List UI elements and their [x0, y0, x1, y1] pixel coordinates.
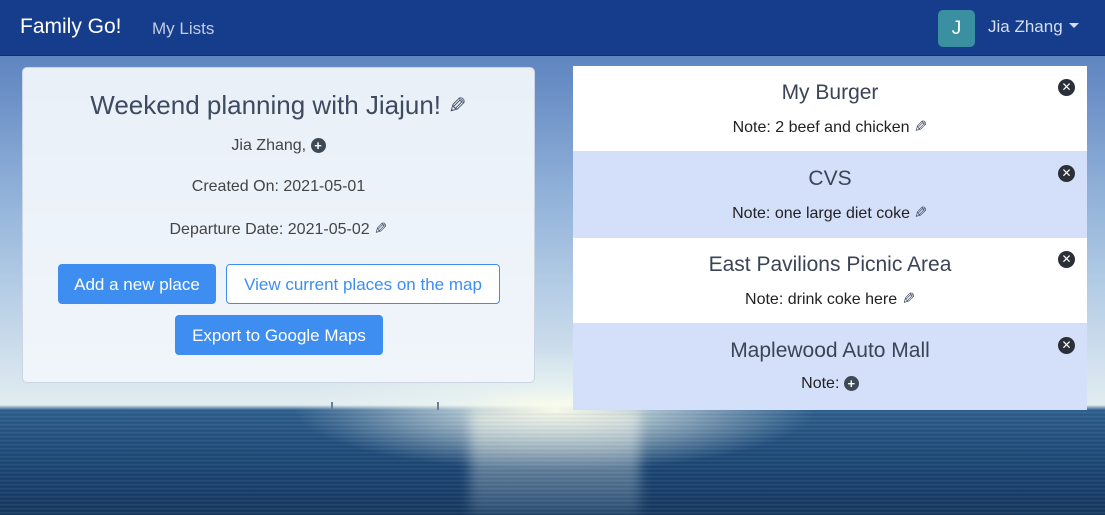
plus-circle-icon[interactable]: +: [310, 138, 326, 153]
created-date: Created On: 2021-05-01: [191, 178, 366, 195]
user-menu-dropdown[interactable]: Jia Zhang: [988, 17, 1079, 37]
note-text: Note:: [801, 375, 840, 392]
export-google-maps-button[interactable]: Export to Google Maps: [175, 315, 383, 355]
departure-date-text: Departure Date: 2021-05-02: [169, 221, 370, 238]
close-icon[interactable]: ✕: [1058, 337, 1075, 354]
sailboat: [437, 402, 439, 410]
view-map-button[interactable]: View current places on the map: [226, 264, 500, 304]
list-item: CVS Note: one large diet coke ✎ ✕: [573, 152, 1087, 238]
place-list: My Burger Note: 2 beef and chicken ✎ ✕ C…: [573, 66, 1087, 410]
list-members: Jia Zhang, +: [23, 137, 534, 155]
close-icon[interactable]: ✕: [1058, 251, 1075, 268]
place-note: Note: 2 beef and chicken ✎: [573, 117, 1087, 137]
pencil-icon[interactable]: ✎: [902, 289, 915, 309]
nav-my-lists[interactable]: My Lists: [152, 19, 214, 39]
add-place-button[interactable]: Add a new place: [58, 264, 216, 304]
pencil-icon[interactable]: ✎: [914, 117, 927, 137]
place-name: My Burger: [781, 81, 879, 104]
list-item: My Burger Note: 2 beef and chicken ✎ ✕: [573, 66, 1087, 152]
note-text: Note: 2 beef and chicken: [732, 119, 910, 136]
caret-down-icon: [1068, 23, 1079, 28]
member-name: Jia Zhang,: [231, 137, 307, 154]
avatar[interactable]: J: [938, 10, 975, 47]
brand-link[interactable]: Family Go!: [20, 15, 122, 39]
place-name: CVS: [808, 167, 852, 190]
close-icon[interactable]: ✕: [1058, 79, 1075, 96]
place-name: East Pavilions Picnic Area: [708, 253, 952, 276]
place-note: Note: drink coke here ✎: [573, 289, 1087, 309]
navbar: Family Go! My Lists J Jia Zhang: [0, 0, 1105, 56]
list-title-text: Weekend planning with Jiajun!: [90, 90, 442, 120]
note-text: Note: drink coke here: [745, 291, 898, 308]
sailboat: [331, 402, 333, 410]
place-name: Maplewood Auto Mall: [730, 339, 930, 362]
list-item: Maplewood Auto Mall Note: + ✕: [573, 324, 1087, 410]
pencil-icon[interactable]: ✎: [914, 203, 927, 223]
list-title: Weekend planning with Jiajun! ✎: [23, 90, 534, 121]
list-item: East Pavilions Picnic Area Note: drink c…: [573, 238, 1087, 324]
sea-texture: [0, 412, 1105, 515]
plus-circle-icon[interactable]: +: [843, 376, 859, 391]
departure-date: Departure Date: 2021-05-02 ✎: [23, 219, 534, 239]
pencil-icon[interactable]: ✎: [448, 93, 466, 119]
list-info-card: Weekend planning with Jiajun! ✎ Jia Zhan…: [22, 67, 535, 383]
place-note: Note: one large diet coke ✎: [573, 203, 1087, 223]
close-icon[interactable]: ✕: [1058, 165, 1075, 182]
pencil-icon[interactable]: ✎: [374, 219, 387, 239]
note-text: Note: one large diet coke: [732, 205, 911, 222]
user-name: Jia Zhang: [988, 17, 1063, 36]
place-note: Note: +: [573, 375, 1087, 393]
